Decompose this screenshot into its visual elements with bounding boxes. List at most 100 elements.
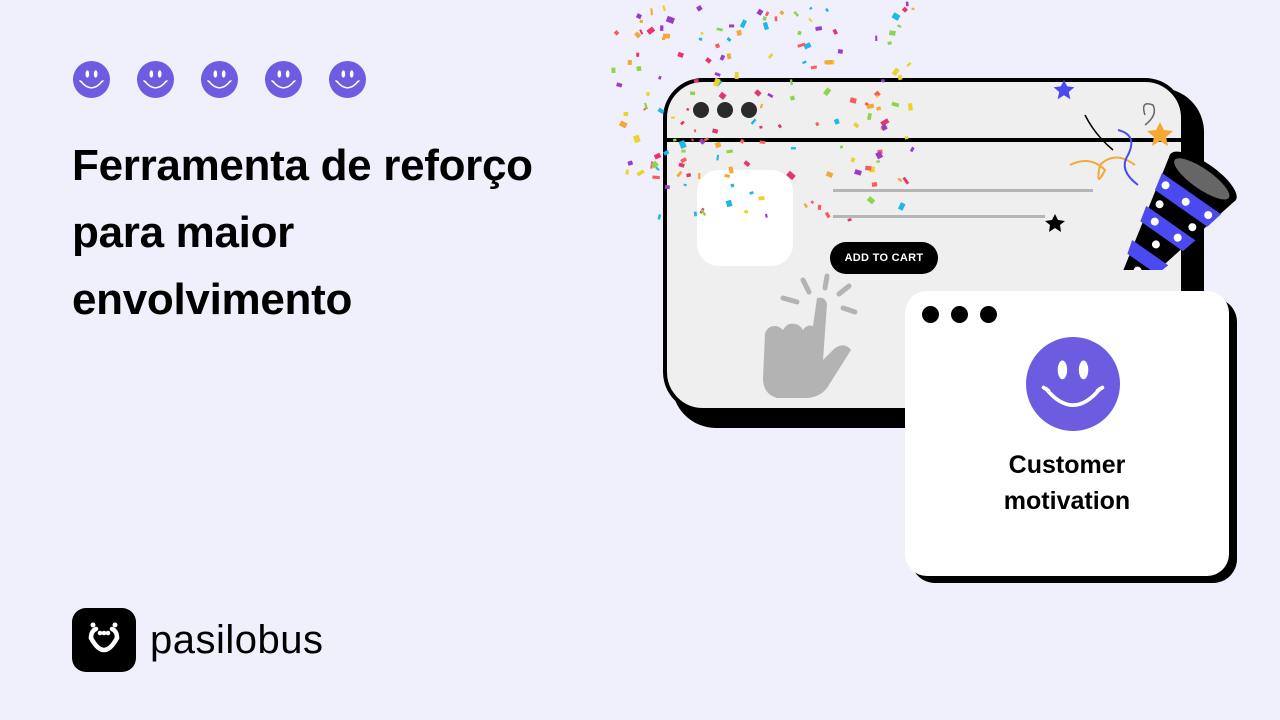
confetti-piece [652,175,660,180]
confetti-piece [715,43,721,49]
pasilobus-logo-icon [72,608,136,672]
confetti-piece [635,13,643,20]
confetti-piece [616,82,623,88]
caption-line: Customer [1008,451,1126,479]
pointing-hand-icon [763,273,858,398]
confetti-piece [698,37,703,42]
confetti-piece [677,51,684,58]
confetti-piece [627,59,633,66]
smiley-face-icon [73,61,110,98]
product-text-line [833,215,1045,218]
confetti-piece [901,6,908,13]
confetti-piece [716,27,723,32]
confetti-piece [663,33,670,39]
confetti-piece [891,67,900,77]
confetti-piece [891,12,901,21]
confetti-piece [797,30,802,36]
confetti-piece [810,65,818,70]
headline-line: Ferramenta de reforço [72,141,533,190]
confetti-piece [618,120,628,129]
confetti-piece [719,54,726,61]
confetti-piece [815,26,823,32]
headline-line: para maior [72,208,294,257]
confetti-piece [700,31,704,36]
headline-line: envolvimento [72,275,353,324]
confetti-piece [660,25,664,31]
confetti-piece [636,65,642,72]
confetti-piece [634,31,642,39]
motivation-caption: Customer motivation [905,447,1229,519]
confetti-piece [824,59,833,65]
window-controls [922,306,997,323]
confetti-piece [774,16,778,22]
confetti-piece [756,8,764,16]
confetti-piece [650,161,654,169]
brand: pasilobus [72,608,324,672]
confetti-piece [906,61,912,68]
confetti-piece [623,111,629,117]
confetti-piece [639,29,644,35]
confetti-piece [762,21,770,31]
confetti-piece [726,53,732,60]
headline: Ferramenta de reforço para maior envolvi… [72,132,632,333]
confetti-piece [632,134,641,144]
confetti-piece [739,19,748,29]
confetti-piece [658,75,662,80]
rating-smileys [73,61,366,98]
smiley-face-icon [201,61,238,98]
smiley-face-icon [1026,337,1120,431]
confetti-piece [779,10,785,16]
confetti-piece [655,166,660,172]
confetti-piece [611,67,616,74]
confetti-piece [705,57,712,64]
confetti-piece [661,36,666,41]
confetti-piece [636,52,640,57]
smiley-face-icon [329,61,366,98]
window-controls [693,102,757,118]
confetti-piece [613,30,620,36]
confetti-piece [650,160,659,169]
confetti-piece [639,19,643,24]
confetti-piece [911,7,915,11]
confetti-piece [888,30,896,36]
confetti-piece [636,169,645,177]
confetti-piece [653,152,662,160]
confetti-piece [825,7,830,13]
smiley-face-icon [265,61,302,98]
motivation-window: Customer motivation [905,291,1229,576]
confetti-piece [803,42,812,50]
confetti-piece [767,53,774,59]
confetti-piece [643,106,648,111]
confetti-piece [662,5,667,12]
confetti-piece [808,17,813,23]
confetti-piece [837,49,844,54]
confetti-piece [793,10,800,17]
confetti-piece [729,24,735,28]
confetti-piece [896,24,902,29]
confetti-piece [797,42,806,48]
confetti-piece [905,1,909,7]
confetti-piece [726,36,732,43]
confetti-piece [832,28,838,35]
confetti-piece [650,8,654,16]
brand-name: pasilobus [150,617,324,662]
product-image-placeholder [697,170,793,266]
confetti-piece [657,214,662,220]
confetti-piece [762,16,767,21]
smiley-face-icon [137,61,174,98]
confetti-piece [764,11,770,17]
confetti-piece [736,29,742,37]
confetti-piece [875,35,878,41]
confetti-piece [646,26,656,35]
confetti-piece [826,59,835,66]
confetti-piece [665,15,675,24]
confetti-piece [696,5,703,12]
party-popper-icon [1045,80,1237,270]
caption-line: motivation [1003,487,1131,515]
confetti-piece [643,102,649,110]
confetti-piece [714,71,721,77]
confetti-piece [809,6,813,10]
confetti-piece [646,92,650,96]
confetti-piece [887,41,893,46]
confetti-piece [802,60,807,65]
